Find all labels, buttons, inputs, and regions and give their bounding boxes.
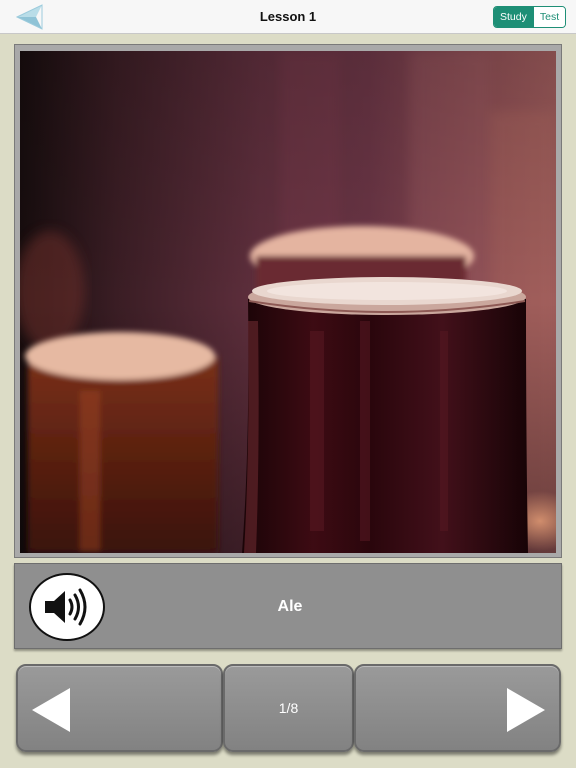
page-title: Lesson 1	[259, 9, 317, 24]
next-button[interactable]	[354, 664, 561, 752]
back-button[interactable]	[14, 3, 46, 31]
navigation-bar: Lesson 1 Study Test	[0, 0, 576, 34]
page-counter: 1/8	[223, 664, 354, 752]
back-arrow-icon	[15, 4, 43, 30]
flashcard-image-frame	[14, 44, 562, 558]
play-audio-button[interactable]	[29, 573, 105, 641]
speaker-icon	[45, 588, 87, 626]
triangle-left-icon	[32, 688, 70, 732]
triangle-right-icon	[507, 688, 545, 732]
ale-photo	[20, 51, 556, 553]
flashcard-word: Ale	[277, 598, 303, 615]
tab-study[interactable]: Study	[494, 7, 533, 27]
word-panel: Ale	[14, 563, 562, 649]
tab-test[interactable]: Test	[532, 7, 566, 27]
mode-segmented-control: Study Test	[493, 6, 567, 28]
previous-button[interactable]	[16, 664, 223, 752]
